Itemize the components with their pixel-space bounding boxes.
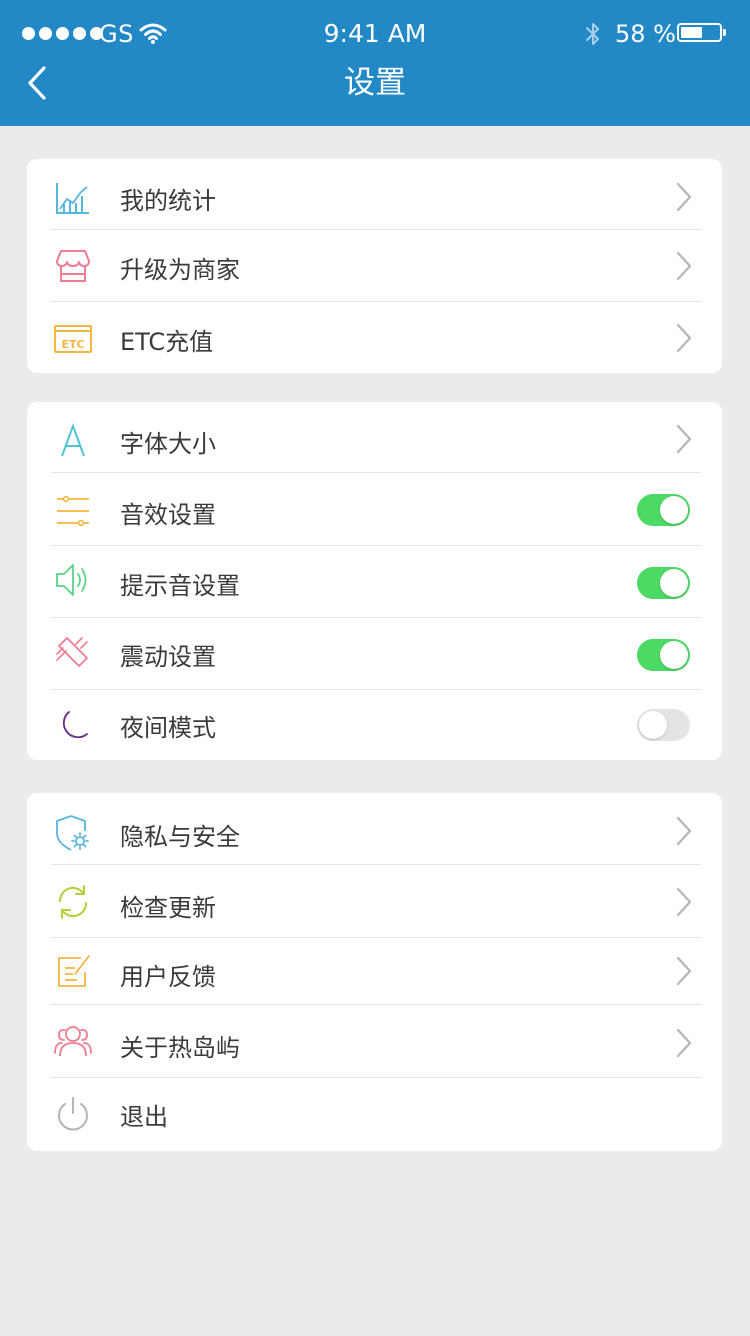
svg-text:ETC: ETC [61,338,84,351]
chevron-right-icon [676,323,692,353]
chevron-right-icon [676,424,692,454]
font-icon [61,423,85,457]
row-logout[interactable]: 退出 [27,1078,722,1151]
feedback-edit-icon [58,955,90,987]
speaker-icon [56,564,87,596]
battery-level [681,27,702,38]
app-header: GS 9:41 AM 58 % 设置 [0,0,750,126]
shield-gear-icon [56,815,89,851]
row-label: 检查更新 [120,894,216,922]
chevron-right-icon [676,887,692,917]
chevron-right-icon [676,251,692,281]
chevron-right-icon [676,956,692,986]
row-label: 用户反馈 [120,963,216,991]
users-icon [54,1026,92,1057]
moon-icon [62,711,88,739]
battery-percentage: 58 % [615,20,676,48]
row-privacy-security[interactable]: 隐私与安全 [27,793,722,864]
page-title: 设置 [344,65,406,101]
row-notification-sound[interactable]: 提示音设置 [27,546,722,617]
vibrate-icon [56,637,88,667]
row-label: 我的统计 [120,187,216,215]
vibration-toggle[interactable] [637,639,690,671]
row-user-feedback[interactable]: 用户反馈 [27,938,722,1004]
row-vibration[interactable]: 震动设置 [27,618,722,689]
sound-effects-toggle[interactable] [637,494,690,526]
chevron-right-icon [676,182,692,212]
row-label: 关于热岛屿 [120,1034,240,1062]
row-label: 提示音设置 [120,572,240,600]
row-label: 音效设置 [120,501,216,529]
row-etc-recharge[interactable]: ETC ETC充值 [27,302,722,373]
row-about[interactable]: 关于热岛屿 [27,1005,722,1077]
shop-icon [56,250,90,282]
battery-icon [677,23,726,42]
row-label: ETC充值 [120,328,214,356]
row-night-mode[interactable]: 夜间模式 [27,690,722,760]
bar-chart-icon [56,183,89,214]
settings-group-1: 我的统计 升级为商家 ETC ETC充值 [27,159,722,373]
etc-card-icon: ETC [54,325,92,353]
row-label: 升级为商家 [120,256,240,284]
refresh-icon [58,885,88,919]
row-label: 震动设置 [120,643,216,671]
row-font-size[interactable]: 字体大小 [27,402,722,472]
row-sound-effects[interactable]: 音效设置 [27,473,722,545]
row-statistics[interactable]: 我的统计 [27,159,722,229]
row-label: 隐私与安全 [120,823,240,851]
equalizer-icon [57,495,89,527]
row-check-update[interactable]: 检查更新 [27,865,722,937]
row-label: 字体大小 [120,430,216,458]
status-bar: GS 9:41 AM 58 % [0,0,750,66]
row-upgrade-merchant[interactable]: 升级为商家 [27,230,722,301]
row-label: 夜间模式 [120,714,216,742]
notification-sound-toggle[interactable] [637,567,690,599]
settings-group-3: 隐私与安全 检查更新 用户反馈 关于热岛屿 退出 [27,793,722,1151]
settings-group-2: 字体大小 音效设置 提示音设置 震动设置 夜间模式 [27,402,722,760]
chevron-right-icon [676,1028,692,1058]
chevron-right-icon [676,816,692,846]
night-mode-toggle[interactable] [637,709,690,741]
power-icon [58,1097,88,1131]
bluetooth-icon [586,23,599,45]
row-label: 退出 [120,1103,168,1131]
